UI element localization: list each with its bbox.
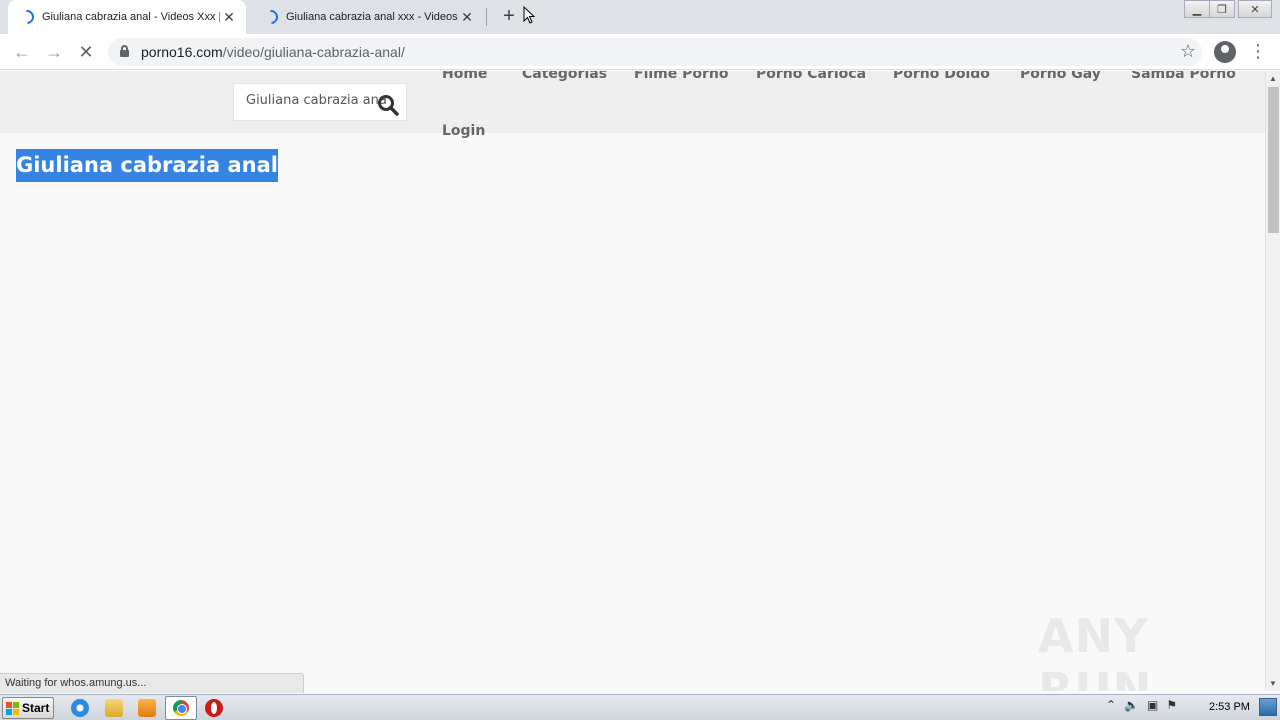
chrome-icon	[173, 700, 189, 716]
url-path: /video/giuliana-cabrazia-anal/	[222, 44, 405, 60]
vertical-scrollbar[interactable]: ▲ ▼	[1265, 71, 1280, 691]
web-page: Home Categorias Filme Porno Porno Carioc…	[0, 71, 1265, 691]
search-icon[interactable]	[377, 94, 399, 116]
tab-active[interactable]: Giuliana cabrazia anal - Videos Xxx | ✕	[8, 0, 246, 34]
windows-taskbar: Start ⌃ 🔈 ▣ ⚑ 2:53 PM	[0, 694, 1280, 720]
system-tray: ⌃ 🔈 ▣ ⚑	[1106, 698, 1177, 712]
url-text[interactable]: porno16.com/video/giuliana-cabrazia-anal…	[141, 44, 405, 60]
close-tab-icon[interactable]: ✕	[220, 8, 238, 26]
nav-categorias[interactable]: Categorias	[522, 71, 607, 82]
profile-avatar-icon[interactable]	[1214, 41, 1236, 63]
forward-arrow-icon[interactable]: →	[42, 40, 66, 64]
search-input[interactable]	[246, 93, 386, 108]
bookmark-star-icon[interactable]: ☆	[1180, 41, 1196, 62]
nav-porno-carioca[interactable]: Porno Carioca	[756, 71, 866, 82]
nav-home[interactable]: Home	[442, 71, 487, 82]
nav-filme-porno[interactable]: Filme Porno	[634, 71, 729, 82]
url-host: porno16.com	[141, 44, 223, 60]
new-tab-button[interactable]: +	[498, 6, 520, 28]
start-label: Start	[22, 701, 50, 715]
loading-spinner-icon	[17, 7, 37, 27]
show-desktop-button[interactable]	[1259, 698, 1277, 716]
page-title: Giuliana cabrazia anal	[16, 149, 278, 182]
start-button[interactable]: Start	[2, 697, 54, 719]
close-tab-icon[interactable]: ✕	[458, 8, 476, 26]
scroll-thumb[interactable]	[1268, 87, 1279, 233]
address-bar[interactable]: porno16.com/video/giuliana-cabrazia-anal…	[108, 38, 1202, 66]
volume-icon[interactable]: 🔈	[1124, 698, 1139, 712]
opera-icon[interactable]	[205, 699, 223, 717]
scroll-down-arrow-icon[interactable]: ▼	[1269, 679, 1277, 688]
site-header: Home Categorias Filme Porno Porno Carioc…	[0, 71, 1265, 139]
mouse-cursor-icon	[523, 6, 535, 24]
nav-login[interactable]: Login	[442, 123, 485, 139]
tab-divider	[486, 8, 487, 26]
browser-toolbar: ← → ✕ porno16.com/video/giuliana-cabrazi…	[0, 34, 1280, 70]
site-search-box[interactable]	[233, 83, 407, 121]
tab-strip: Giuliana cabrazia anal - Videos Xxx | ✕ …	[0, 0, 1280, 34]
tab-title: Giuliana cabrazia anal - Videos Xxx |	[42, 11, 220, 23]
back-arrow-icon[interactable]: ←	[10, 40, 34, 64]
tray-expand-icon[interactable]: ⌃	[1106, 698, 1116, 712]
lock-icon	[120, 45, 129, 57]
taskbar-clock[interactable]: 2:53 PM	[1209, 701, 1250, 713]
file-explorer-icon[interactable]	[105, 699, 123, 717]
stop-loading-icon[interactable]: ✕	[74, 40, 98, 64]
maximize-button[interactable]: ❐	[1209, 0, 1235, 18]
internet-explorer-icon[interactable]	[71, 699, 89, 717]
windows-logo-icon	[6, 701, 19, 715]
anyrun-watermark: ANY RUN	[1038, 609, 1153, 691]
minimize-button[interactable]: ▁	[1184, 0, 1210, 18]
tab-title: Giuliana cabrazia anal xxx - Videos X	[286, 11, 458, 23]
menu-kebab-icon[interactable]: ⋮	[1248, 40, 1268, 64]
nav-porno-doido[interactable]: Porno Doido	[893, 71, 990, 82]
loading-spinner-icon	[261, 7, 281, 27]
scroll-up-arrow-icon[interactable]: ▲	[1269, 74, 1277, 83]
tab-inactive[interactable]: Giuliana cabrazia anal xxx - Videos X ✕	[252, 0, 484, 34]
media-player-icon[interactable]	[138, 699, 156, 717]
status-bubble: Waiting for whos.amung.us...	[0, 673, 304, 693]
network-icon[interactable]: ▣	[1147, 698, 1158, 712]
nav-porno-gay[interactable]: Porno Gay	[1020, 71, 1101, 82]
close-window-button[interactable]: ✕	[1238, 0, 1272, 18]
action-center-flag-icon[interactable]: ⚑	[1166, 698, 1177, 712]
nav-samba-porno[interactable]: Samba Porno	[1131, 71, 1236, 82]
chrome-taskbar-button[interactable]	[165, 696, 197, 720]
